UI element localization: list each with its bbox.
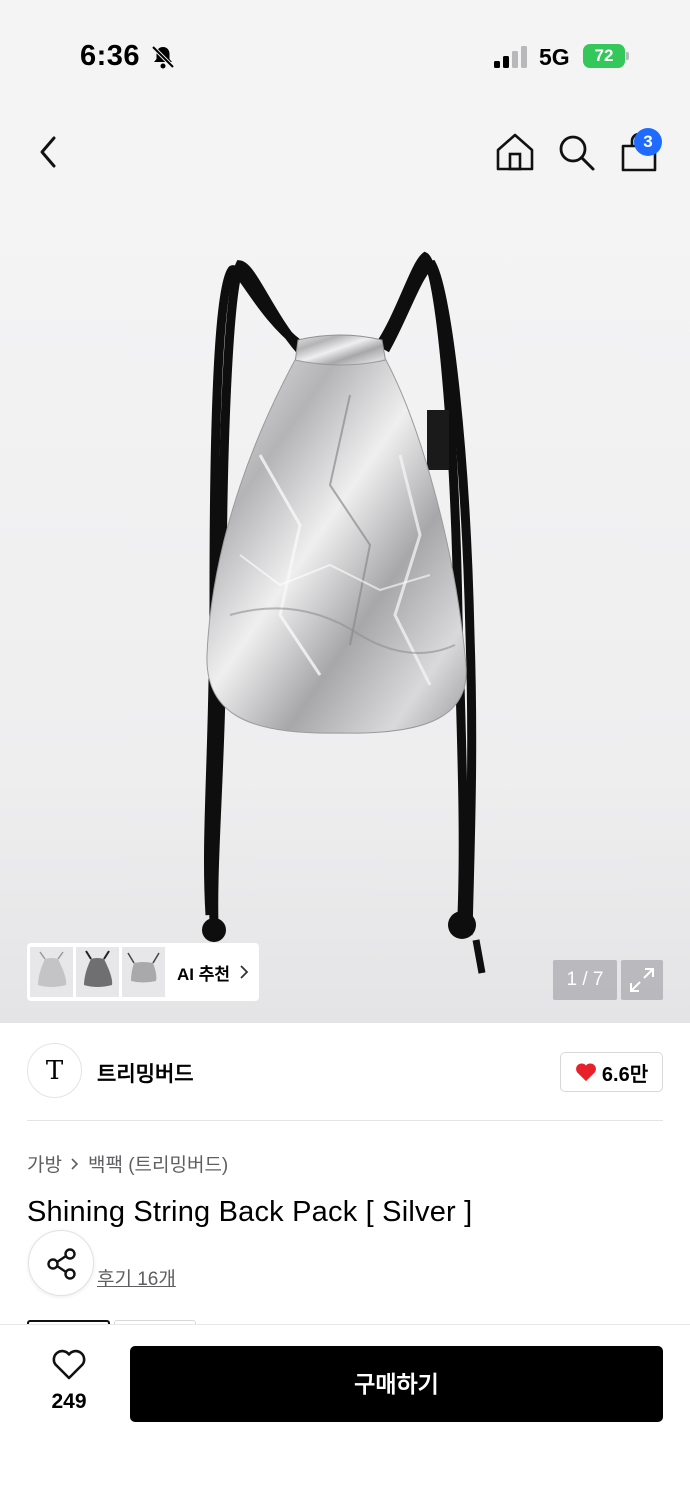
status-bar: 6:36 5G 72	[0, 0, 690, 110]
network-type: 5G	[539, 44, 570, 70]
chevron-right-icon	[240, 965, 249, 979]
expand-icon	[630, 968, 654, 992]
share-icon	[47, 1248, 76, 1280]
brand-like-button[interactable]: 6.6만	[560, 1052, 663, 1092]
review-count-link[interactable]: 후기 16개	[97, 1264, 176, 1291]
breadcrumb: 가방 백팩 (트리밍버드)	[27, 1150, 228, 1177]
buy-button[interactable]: 구매하기	[130, 1346, 663, 1422]
brand-logo[interactable]: T	[27, 1043, 82, 1098]
heart-filled-icon	[575, 1063, 596, 1082]
battery-level: 72	[583, 44, 625, 68]
ai-recommendation-strip[interactable]: AI 추천	[27, 943, 259, 1001]
ai-recommend-label: AI 추천	[177, 964, 231, 984]
chevron-right-icon	[71, 1157, 79, 1170]
brand-name[interactable]: 트리밍버드	[97, 1058, 194, 1088]
home-button[interactable]	[493, 130, 537, 174]
home-icon	[496, 133, 534, 171]
product-image-gallery[interactable]: AI 추천	[0, 195, 690, 1023]
signal-icon	[494, 46, 527, 68]
status-time: 6:36	[80, 40, 141, 72]
chevron-left-icon	[40, 136, 56, 168]
search-icon	[559, 135, 595, 171]
battery-icon: 72	[583, 44, 629, 68]
top-nav	[0, 110, 690, 195]
breadcrumb-category[interactable]: 가방	[27, 1150, 62, 1177]
ai-thumb-1[interactable]	[30, 947, 73, 997]
image-page-indicator: 1 / 7	[553, 960, 617, 1000]
divider	[27, 1120, 663, 1121]
brand-row: T 트리밍버드 6.6만	[27, 1043, 663, 1101]
back-button[interactable]	[26, 130, 70, 174]
breadcrumb-subcategory[interactable]: 백팩 (트리밍버드)	[88, 1150, 228, 1177]
search-button[interactable]	[554, 130, 598, 174]
product-image	[202, 251, 486, 974]
wishlist-button[interactable]: 249	[30, 1349, 108, 1419]
heart-outline-icon	[52, 1349, 86, 1380]
expand-image-button[interactable]	[621, 960, 663, 1000]
product-title: Shining String Back Pack [ Silver ]	[27, 1196, 473, 1228]
bottom-action-bar: 249 구매하기	[0, 1324, 690, 1500]
share-button[interactable]	[28, 1230, 94, 1296]
ai-thumb-2[interactable]	[76, 947, 119, 997]
brand-like-count: 6.6만	[601, 1063, 649, 1086]
ai-thumb-3[interactable]	[122, 947, 165, 997]
wishlist-count: 249	[51, 1390, 87, 1413]
silent-bell-icon	[151, 45, 175, 69]
cart-count-badge: 3	[634, 128, 662, 156]
